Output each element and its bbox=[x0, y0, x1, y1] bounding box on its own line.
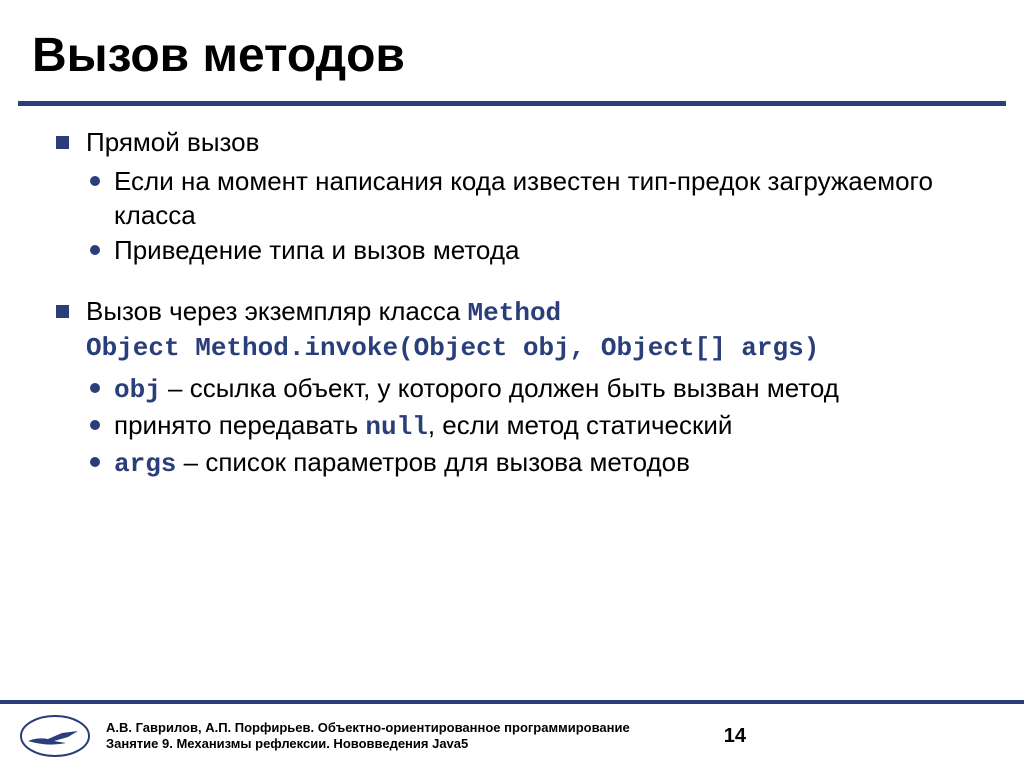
page-number: 14 bbox=[724, 725, 746, 748]
subbullet-args: args – список параметров для вызова мето… bbox=[86, 446, 984, 481]
subbullet-known-type: Если на момент написания кода известен т… bbox=[86, 165, 984, 232]
subbullet-null: принято передавать null, если метод стат… bbox=[86, 409, 984, 444]
bullet-direct-call: Прямой вызов bbox=[56, 126, 984, 159]
slide-footer: А.В. Гаврилов, А.П. Порфирьев. Объектно-… bbox=[0, 700, 1024, 768]
code-method: Method bbox=[468, 298, 562, 328]
subbullet-obj: obj – ссылка объект, у которого должен б… bbox=[86, 372, 984, 407]
code-obj: obj bbox=[114, 375, 161, 405]
slide-content: Прямой вызов Если на момент написания ко… bbox=[0, 126, 1024, 700]
footer-line1: А.В. Гаврилов, А.П. Порфирьев. Объектно-… bbox=[106, 720, 724, 736]
footer-text: А.В. Гаврилов, А.П. Порфирьев. Объектно-… bbox=[106, 720, 724, 753]
subbullet-cast-and-call: Приведение типа и вызов метода bbox=[86, 234, 984, 267]
text-null-post: , если метод статический bbox=[428, 410, 733, 440]
bullet-text: Вызов через экземпляр класса bbox=[86, 296, 468, 326]
code-args: args bbox=[114, 449, 176, 479]
text-null-pre: принято передавать bbox=[114, 410, 365, 440]
text-obj-desc: – ссылка объект, у которого должен быть … bbox=[161, 373, 839, 403]
text-args-desc: – список параметров для вызова методов bbox=[176, 447, 690, 477]
slide-title: Вызов методов bbox=[0, 0, 1024, 101]
bullet-method-instance: Вызов через экземпляр класса Method Obje… bbox=[56, 295, 984, 366]
code-null: null bbox=[365, 412, 427, 442]
institution-logo-icon bbox=[18, 713, 92, 759]
title-rule bbox=[18, 101, 1006, 106]
footer-line2: Занятие 9. Механизмы рефлексии. Нововвед… bbox=[106, 736, 724, 752]
code-invoke-sig: Object Method.invoke(Object obj, Object[… bbox=[86, 333, 819, 363]
